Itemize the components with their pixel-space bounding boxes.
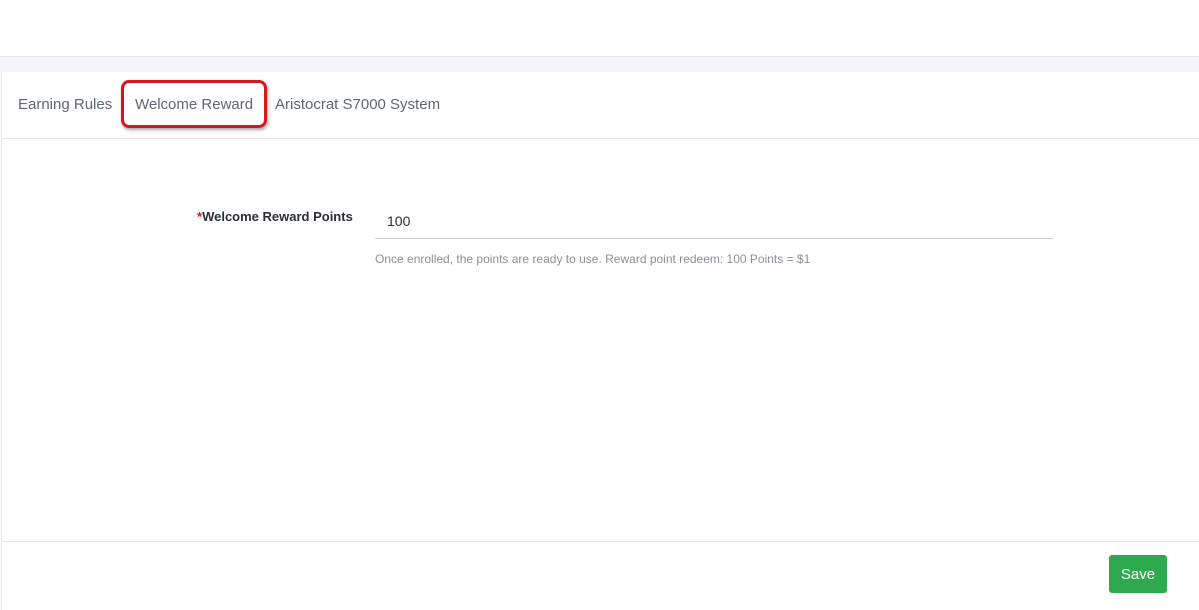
page-background xyxy=(0,57,1199,72)
welcome-reward-points-label-text: Welcome Reward Points xyxy=(202,209,353,224)
top-bar xyxy=(0,0,1199,57)
save-button[interactable]: Save xyxy=(1109,555,1167,593)
card-footer: Save xyxy=(2,541,1199,610)
settings-card: Earning Rules Welcome Reward Aristocrat … xyxy=(1,72,1199,610)
welcome-reward-points-input[interactable] xyxy=(375,204,1053,239)
tab-welcome-reward[interactable]: Welcome Reward xyxy=(135,96,253,113)
welcome-reward-points-label: *Welcome Reward Points xyxy=(197,209,353,224)
tab-earning-rules[interactable]: Earning Rules xyxy=(18,96,112,113)
tab-bar: Earning Rules Welcome Reward Aristocrat … xyxy=(2,72,1199,139)
welcome-reward-help-text: Once enrolled, the points are ready to u… xyxy=(375,252,811,266)
tab-aristocrat-s7000-system[interactable]: Aristocrat S7000 System xyxy=(275,96,440,113)
